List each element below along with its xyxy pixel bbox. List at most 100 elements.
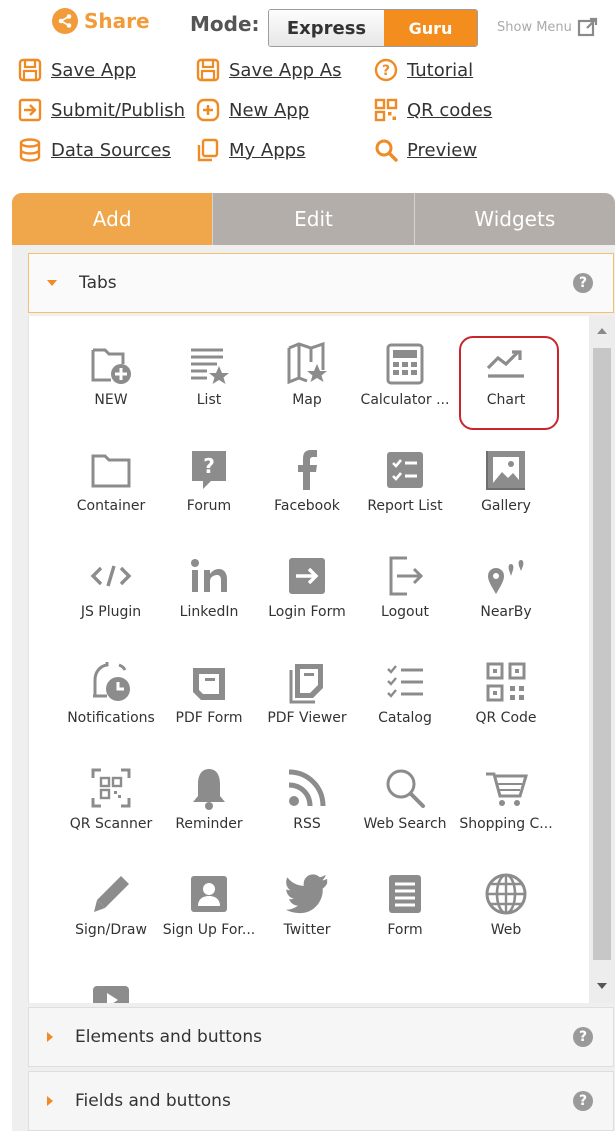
folder-icon (91, 454, 131, 488)
tab-add[interactable]: Add (12, 193, 213, 245)
tab-item-label: Web Search (363, 816, 447, 832)
preview-label: Preview (407, 139, 478, 161)
tab-item-pdf-viewer[interactable]: PDF Viewer (258, 660, 356, 750)
section-elements-label: Elements and buttons (75, 1027, 262, 1047)
pdf-viewer-icon (289, 664, 323, 704)
tab-item-report-list[interactable]: Report List (356, 448, 454, 538)
tab-item-forum[interactable]: ? Forum (160, 448, 258, 538)
my-apps-link[interactable]: My Apps (195, 137, 305, 163)
tab-item-label: Form (387, 922, 423, 938)
facebook-icon (298, 450, 317, 490)
tab-item-web[interactable]: Web (457, 872, 555, 962)
section-fields-header[interactable]: Fields and buttons ? (28, 1071, 614, 1131)
scroll-down-icon[interactable] (597, 983, 607, 989)
tab-item-chart[interactable]: Chart (457, 342, 555, 432)
qr-icon (373, 97, 399, 123)
mode-express-option[interactable]: Express (269, 10, 384, 46)
tab-item-nearby[interactable]: NearBy (457, 554, 555, 644)
tab-item-list[interactable]: List (160, 342, 258, 432)
question-icon: ? (373, 57, 399, 83)
tab-item-video[interactable] (62, 978, 160, 1003)
add-panel: Tabs ? NEW List Map Calculator ... Chart (12, 245, 615, 1131)
tab-item-qr-code[interactable]: QR Code (457, 660, 555, 750)
mode-guru-option[interactable]: Guru (384, 10, 477, 46)
tab-item-label: Report List (367, 498, 443, 514)
tab-item-facebook[interactable]: Facebook (258, 448, 356, 538)
tab-item-form[interactable]: Form (356, 872, 454, 962)
tab-item-calculator[interactable]: Calculator ... (356, 342, 454, 432)
new-app-label: New App (229, 99, 310, 121)
help-icon[interactable]: ? (573, 1091, 593, 1111)
tab-item-js-plugin[interactable]: JS Plugin (62, 554, 160, 644)
section-tabs-header[interactable]: Tabs ? (28, 253, 614, 313)
qr-codes-link[interactable]: QR codes (373, 97, 492, 123)
svg-text:?: ? (382, 63, 390, 79)
list-star-icon (191, 348, 229, 384)
tab-edit[interactable]: Edit (212, 193, 413, 245)
save-app-as-link[interactable]: Save App As (195, 57, 341, 83)
collapse-arrow-icon (47, 280, 57, 286)
tab-item-label: Logout (381, 604, 429, 620)
tab-item-label: JS Plugin (80, 604, 142, 620)
tutorial-link[interactable]: ? Tutorial (373, 57, 473, 83)
tab-item-rss[interactable]: RSS (258, 766, 356, 856)
tab-item-label: Web (490, 922, 522, 938)
tab-item-label: Login Form (268, 604, 346, 620)
share-button[interactable]: Share (52, 8, 150, 34)
help-icon[interactable]: ? (573, 273, 593, 293)
show-menu-button[interactable]: Show Menu (497, 16, 599, 38)
section-elements-header[interactable]: Elements and buttons ? (28, 1007, 614, 1067)
tab-item-label: PDF Form (175, 710, 243, 726)
help-icon[interactable]: ? (573, 1027, 593, 1047)
tab-item-new[interactable]: NEW (62, 342, 160, 432)
tab-item-twitter[interactable]: Twitter (258, 872, 356, 962)
scroll-thumb[interactable] (593, 348, 611, 960)
rss-icon (288, 769, 326, 807)
my-apps-label: My Apps (229, 139, 306, 161)
video-icon (93, 986, 129, 1003)
tab-item-logout[interactable]: Logout (356, 554, 454, 644)
qr-scanner-icon (91, 768, 131, 808)
tab-item-catalog[interactable]: Catalog (356, 660, 454, 750)
mode-toggle[interactable]: Express Guru (268, 9, 478, 47)
tab-item-notifications[interactable]: Notifications (62, 660, 160, 750)
tab-item-container[interactable]: Container (62, 448, 160, 538)
tab-item-sign-up-form[interactable]: Sign Up For... (160, 872, 258, 962)
tutorial-label: Tutorial (407, 59, 474, 81)
tab-item-pdf-form[interactable]: PDF Form (160, 660, 258, 750)
submit-publish-label: Submit/Publish (51, 99, 186, 121)
save-app-label: Save App (51, 59, 137, 81)
tab-item-sign-draw[interactable]: Sign/Draw (62, 872, 160, 962)
twitter-icon (286, 874, 328, 914)
save-app-link[interactable]: Save App (17, 57, 136, 83)
submit-icon (17, 97, 43, 123)
new-app-link[interactable]: New App (195, 97, 309, 123)
tab-item-reminder[interactable]: Reminder (160, 766, 258, 856)
qr-codes-label: QR codes (407, 99, 493, 121)
submit-publish-link[interactable]: Submit/Publish (17, 97, 185, 123)
panel-tabs: Add Edit Widgets (12, 193, 615, 245)
tabs-scrollbar[interactable] (589, 316, 615, 1003)
tab-item-linkedin[interactable]: LinkedIn (160, 554, 258, 644)
tab-item-label: RSS (293, 816, 321, 832)
gallery-icon (486, 451, 525, 490)
qr-code-icon (486, 662, 526, 702)
tab-item-qr-scanner[interactable]: QR Scanner (62, 766, 160, 856)
tab-item-shopping-cart[interactable]: Shopping C... (457, 766, 555, 856)
save-app-as-label: Save App As (229, 59, 342, 81)
tab-item-label: NEW (94, 392, 128, 408)
tab-item-gallery[interactable]: Gallery (457, 448, 555, 538)
database-icon (17, 137, 43, 163)
tab-widgets[interactable]: Widgets (413, 193, 615, 245)
tab-item-web-search[interactable]: Web Search (356, 766, 454, 856)
preview-link[interactable]: Preview (373, 137, 477, 163)
data-sources-link[interactable]: Data Sources (17, 137, 171, 163)
external-link-icon (577, 17, 598, 37)
mode-label: Mode: (190, 12, 260, 36)
tab-item-label: List (196, 392, 222, 408)
tab-item-map[interactable]: Map (258, 342, 356, 432)
cart-icon (486, 772, 528, 806)
tab-item-login-form[interactable]: Login Form (258, 554, 356, 644)
tab-item-label: Catalog (378, 710, 432, 726)
scroll-up-icon[interactable] (597, 328, 607, 334)
